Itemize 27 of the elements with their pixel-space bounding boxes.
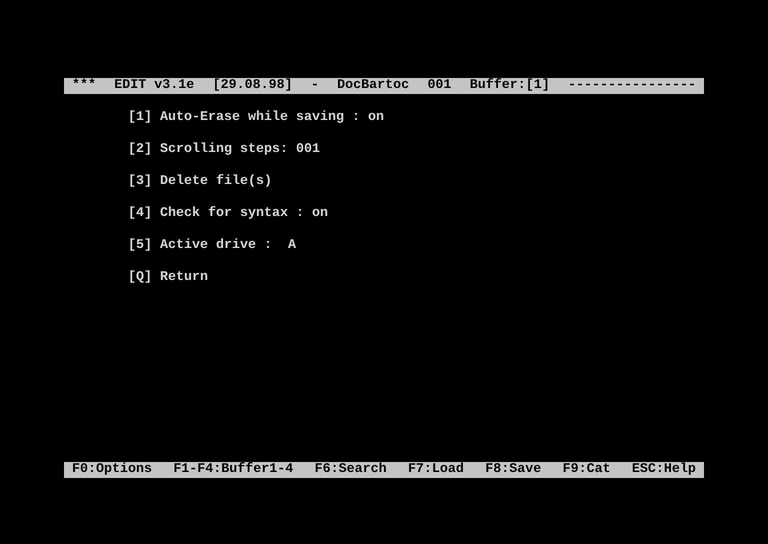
- function-key-label[interactable]: F1-F4:Buffer1-4: [173, 462, 294, 478]
- menu-key[interactable]: [Q]: [128, 270, 152, 286]
- function-key-label[interactable]: ESC:Help: [632, 462, 696, 478]
- menu-option[interactable]: Check for syntax : on: [160, 206, 328, 222]
- menu-option[interactable]: Auto-Erase while saving : on: [160, 110, 384, 126]
- program-version: EDIT v3.1e: [114, 78, 194, 94]
- menu-option[interactable]: Delete file(s): [160, 174, 272, 190]
- author-name: DocBartoc: [337, 78, 410, 94]
- menu-key[interactable]: [5]: [128, 238, 152, 254]
- menu-key[interactable]: [2]: [128, 142, 152, 158]
- buffer-indicator: Buffer:[1]: [470, 78, 550, 94]
- function-key-label[interactable]: F6:Search: [314, 462, 387, 478]
- menu-option[interactable]: Active drive : A: [160, 238, 296, 254]
- release-date: [29.08.98]: [212, 78, 293, 94]
- menu-key[interactable]: [3]: [128, 174, 152, 190]
- function-key-label[interactable]: F8:Save: [485, 462, 542, 478]
- menu-key[interactable]: [4]: [128, 206, 152, 222]
- function-key-label[interactable]: F9:Cat: [562, 462, 611, 478]
- function-key-label[interactable]: F0:Options: [72, 462, 152, 478]
- buffer-line-number: 001: [427, 78, 452, 94]
- separator-dash: -: [310, 78, 319, 94]
- stars-mark: ***: [72, 78, 96, 94]
- function-key-label[interactable]: F7:Load: [408, 462, 464, 478]
- menu-option[interactable]: Return: [160, 270, 208, 286]
- menu-key[interactable]: [1]: [128, 110, 152, 126]
- dash-rule: ----------------: [568, 78, 696, 94]
- menu-option[interactable]: Scrolling steps: 001: [160, 142, 320, 158]
